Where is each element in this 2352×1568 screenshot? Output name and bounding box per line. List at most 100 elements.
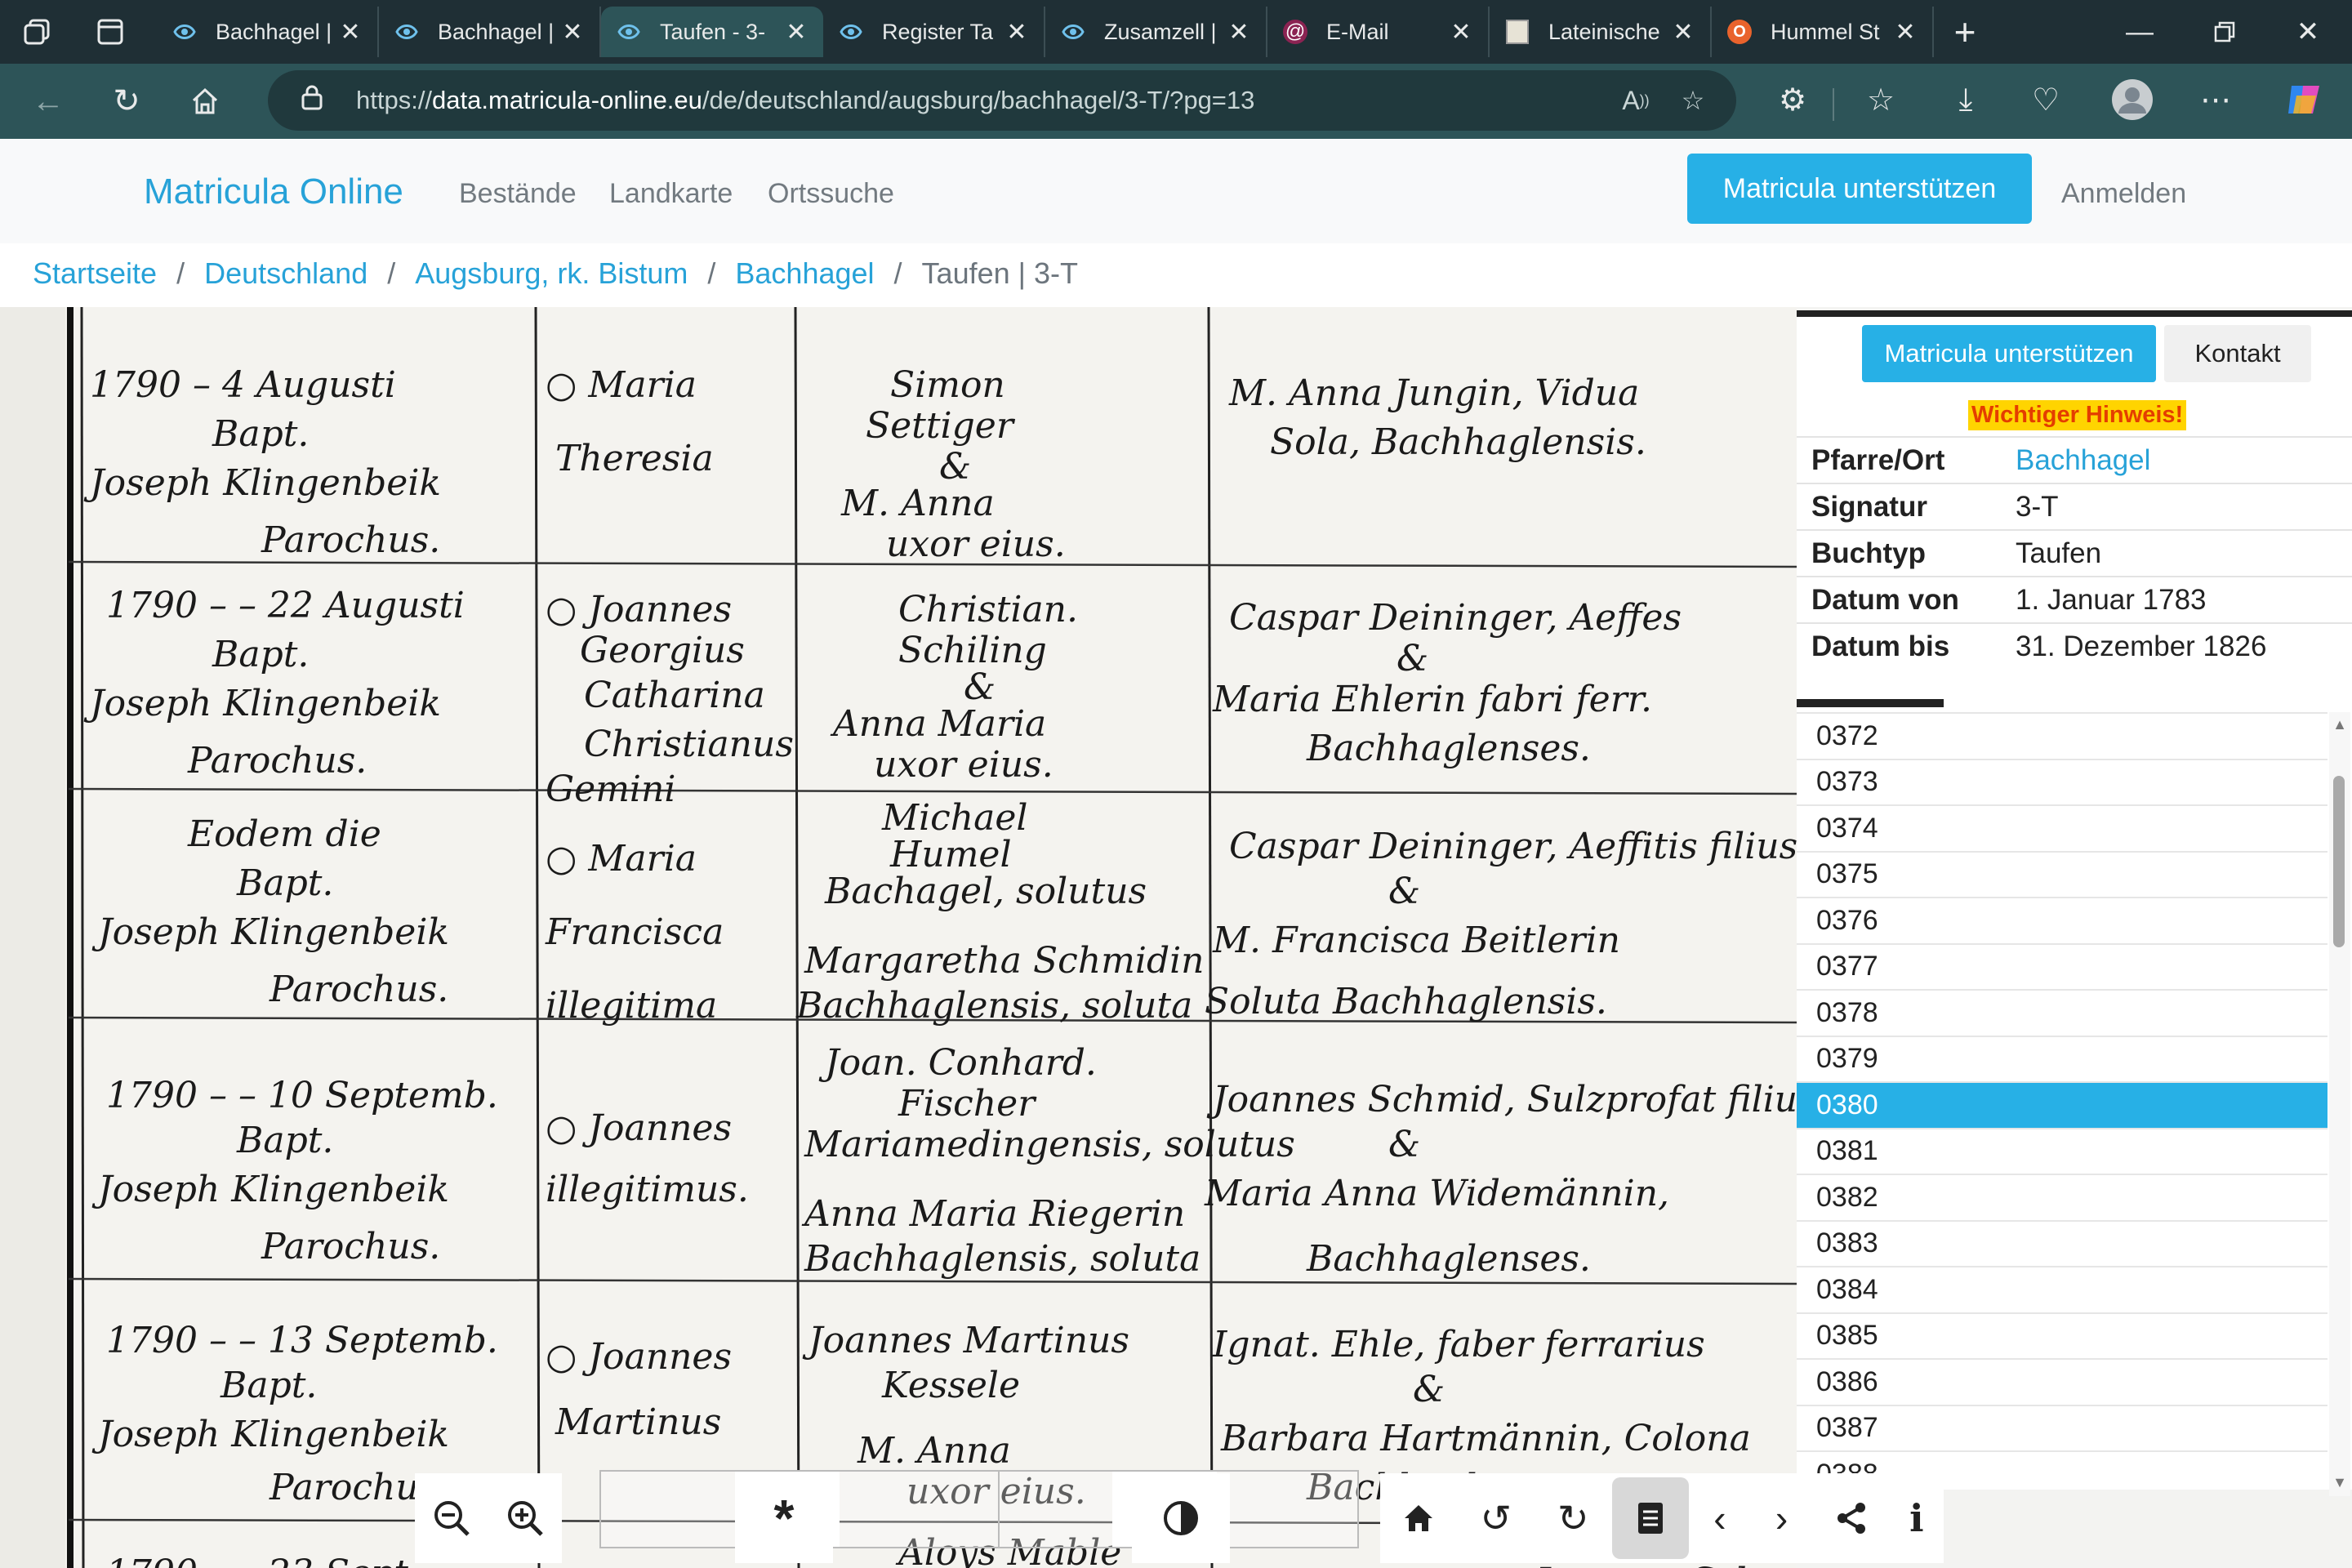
tab-title: Bachhagel |: [438, 19, 555, 44]
zoom-in-icon[interactable]: [488, 1477, 562, 1559]
previous-page-icon[interactable]: ‹: [1689, 1477, 1751, 1559]
home-view-icon[interactable]: [1380, 1477, 1458, 1559]
close-tab-icon[interactable]: ✕: [560, 18, 585, 47]
panel-support-button[interactable]: Matricula unterstützen: [1862, 325, 2156, 382]
brand-logo[interactable]: Matricula Online: [144, 172, 403, 212]
page-list-item[interactable]: 0381: [1797, 1127, 2328, 1174]
support-button[interactable]: Matricula unterstützen: [1687, 154, 2032, 224]
browser-tab[interactable]: Bachhagel | ✕: [379, 7, 601, 57]
close-tab-icon[interactable]: ✕: [1449, 18, 1473, 47]
browser-essentials-icon[interactable]: ♡: [2017, 75, 2074, 124]
page-list-item[interactable]: 0373: [1797, 758, 2328, 805]
close-tab-icon[interactable]: ✕: [1004, 18, 1029, 47]
page-list-item[interactable]: 0387: [1797, 1404, 2328, 1451]
new-tab-button[interactable]: +: [1940, 7, 1989, 56]
brightness-slider[interactable]: [599, 1470, 1359, 1548]
handwritten-entry: Fischer: [898, 1083, 1037, 1125]
tab-title: Lateinische: [1548, 19, 1660, 44]
page-list-item[interactable]: 0379: [1797, 1035, 2328, 1082]
page-list[interactable]: 0372 0373 0374 0375 0376 0377 0378 0379 0380 0381…: [1797, 712, 2328, 1496]
nav-landkarte[interactable]: Landkarte: [609, 178, 733, 210]
image-viewer[interactable]: 1790 – 4 Augusti Bapt. Joseph Klingenbeik P…: [0, 307, 2352, 1568]
page-list-item[interactable]: 0378: [1797, 989, 2328, 1036]
page-list-scrollbar[interactable]: ▲ ▼: [2329, 712, 2350, 1496]
favorite-star-icon[interactable]: ☆: [1674, 82, 1712, 119]
page-list-item[interactable]: 0382: [1797, 1174, 2328, 1220]
rotate-left-icon[interactable]: ↺: [1458, 1477, 1535, 1559]
handwritten-entry: ○ Joannes: [546, 1336, 732, 1378]
address-bar[interactable]: https://data.matricula-online.eu/de/deut…: [268, 70, 1736, 131]
scroll-up-icon[interactable]: ▲: [2332, 717, 2347, 732]
breadcrumb-bachhagel[interactable]: Bachhagel: [735, 256, 874, 291]
browser-tab[interactable]: Bachhagel | ✕: [157, 7, 379, 57]
downloads-icon[interactable]: ⤓: [1937, 75, 1994, 124]
page-list-item[interactable]: 0383: [1797, 1219, 2328, 1267]
minimize-button[interactable]: —: [2099, 0, 2180, 64]
back-icon[interactable]: ←: [18, 71, 78, 131]
asterisk-icon[interactable]: *: [743, 1477, 825, 1559]
scroll-down-icon[interactable]: ▼: [2332, 1475, 2347, 1490]
close-tab-icon[interactable]: ✕: [338, 18, 363, 47]
handwritten-entry: Margaretha Schmidin: [804, 940, 1205, 982]
handwritten-entry: Bachhaglensis, soluta: [804, 1238, 1200, 1280]
close-tab-icon[interactable]: ✕: [784, 18, 808, 47]
login-link[interactable]: Anmelden: [2061, 178, 2186, 210]
home-icon[interactable]: [175, 71, 235, 131]
browser-tab[interactable]: Taufen - 3- ✕: [601, 7, 823, 57]
breadcrumb-startseite[interactable]: Startseite: [33, 256, 157, 291]
important-notice-link[interactable]: Wichtiger Hinweis!: [1968, 400, 2187, 430]
handwritten-entry: 1790 – – 23 Sept: [106, 1552, 408, 1568]
handwritten-entry: M. Francisca Beitlerin: [1212, 920, 1620, 961]
close-tab-icon[interactable]: ✕: [1893, 18, 1918, 47]
nav-bestaende[interactable]: Bestände: [459, 178, 577, 210]
share-icon[interactable]: [1812, 1477, 1890, 1559]
info-panel: Matricula unterstützen Kontakt Wichtiger…: [1797, 310, 2352, 1496]
tab-actions-icon[interactable]: [85, 7, 136, 57]
page-list-item[interactable]: 0384: [1797, 1266, 2328, 1312]
toggle-info-panel-icon[interactable]: [1611, 1477, 1690, 1559]
page-list-item[interactable]: 0372: [1797, 712, 2328, 759]
tab-title: Taufen - 3-: [660, 19, 766, 44]
restore-button[interactable]: [2184, 0, 2265, 64]
rotate-right-icon[interactable]: ↻: [1535, 1477, 1612, 1559]
close-tab-icon[interactable]: ✕: [1227, 18, 1251, 47]
page-list-item[interactable]: 0376: [1797, 897, 2328, 943]
copilot-icon[interactable]: [2275, 75, 2332, 124]
handwritten-entry: ○ Joannes: [546, 1107, 732, 1149]
page-list-item[interactable]: 0386: [1797, 1358, 2328, 1405]
scrollbar-thumb[interactable]: [2333, 776, 2345, 947]
close-window-button[interactable]: ✕: [2267, 0, 2349, 64]
next-page-icon[interactable]: ›: [1751, 1477, 1813, 1559]
site-header: Matricula Online Bestände Landkarte Orts…: [0, 139, 2352, 243]
breadcrumb-deutschland[interactable]: Deutschland: [204, 256, 368, 291]
extensions-icon[interactable]: ⚙: [1764, 75, 1821, 124]
page-list-item[interactable]: 0380: [1797, 1081, 2328, 1128]
zoom-out-icon[interactable]: [415, 1477, 488, 1559]
breadcrumb-augsburg[interactable]: Augsburg, rk. Bistum: [415, 256, 688, 291]
close-tab-icon[interactable]: ✕: [1671, 18, 1695, 47]
matricula-icon: [172, 19, 198, 45]
contact-button[interactable]: Kontakt: [2164, 325, 2311, 382]
info-icon[interactable]: i: [1890, 1477, 1944, 1559]
page-list-item[interactable]: 0377: [1797, 942, 2328, 990]
nav-ortssuche[interactable]: Ortssuche: [768, 178, 894, 210]
browser-tab[interactable]: @ E-Mail ✕: [1267, 7, 1490, 57]
profile-avatar[interactable]: [2104, 75, 2161, 124]
page-list-item[interactable]: 0374: [1797, 804, 2328, 851]
browser-tab[interactable]: Register Ta ✕: [823, 7, 1045, 57]
page-list-item[interactable]: 0385: [1797, 1312, 2328, 1359]
register-scan-image[interactable]: 1790 – 4 Augusti Bapt. Joseph Klingenbeik P…: [0, 307, 1956, 1568]
browser-tab[interactable]: Zusamzell | ✕: [1045, 7, 1267, 57]
read-aloud-icon[interactable]: A)): [1617, 82, 1655, 119]
more-menu-icon[interactable]: ⋯: [2187, 75, 2244, 124]
lock-icon[interactable]: [301, 84, 333, 117]
page-list-item[interactable]: 0375: [1797, 850, 2328, 898]
metadata-value[interactable]: Bachhagel: [2016, 444, 2150, 477]
contrast-icon[interactable]: [1140, 1477, 1222, 1559]
workspaces-icon[interactable]: [11, 7, 62, 57]
reload-icon[interactable]: ↻: [96, 71, 157, 131]
browser-tab[interactable]: O Hummel St ✕: [1712, 7, 1934, 57]
browser-tab[interactable]: Lateinische ✕: [1490, 7, 1712, 57]
panel-divider: [1797, 699, 1944, 707]
favorites-icon[interactable]: ☆: [1852, 75, 1909, 124]
